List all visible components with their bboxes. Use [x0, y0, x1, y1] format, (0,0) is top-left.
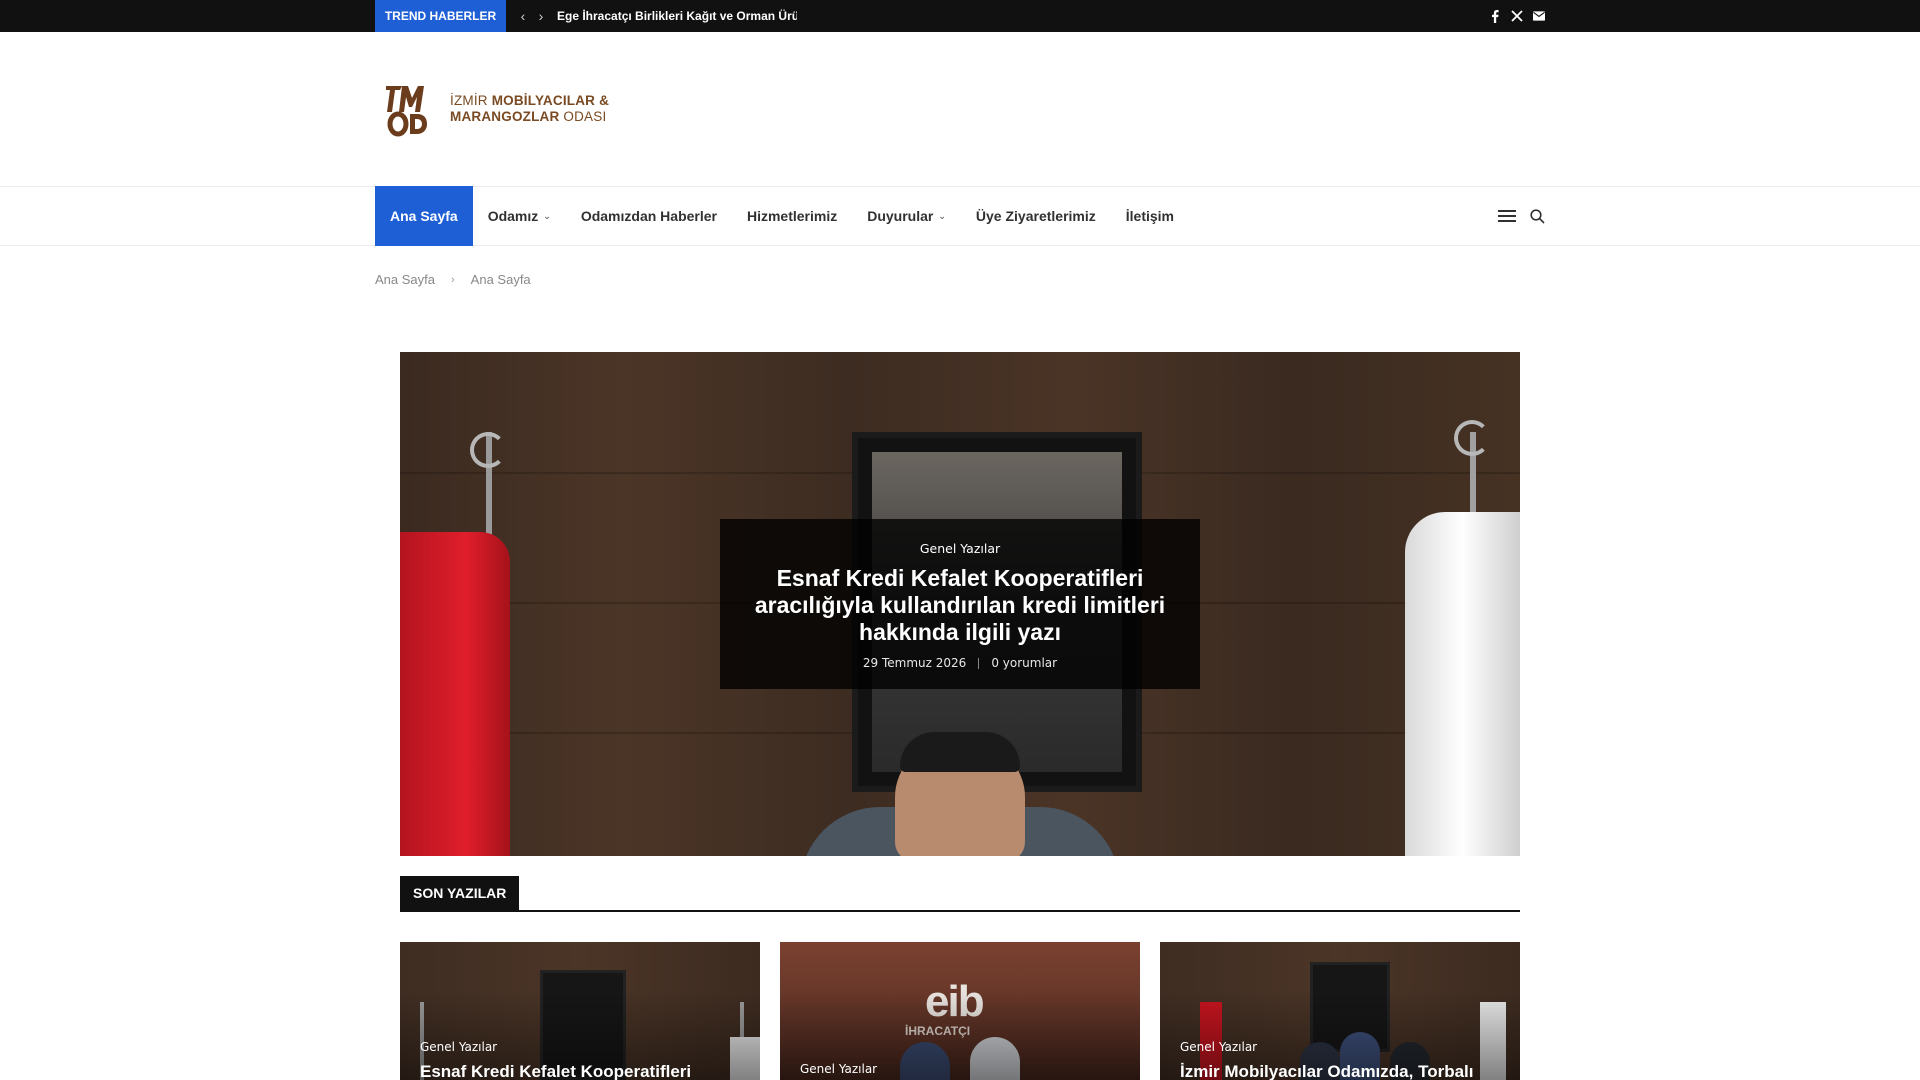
top-bar: TREND HABERLER ‹ › Ege İhracatçı Birlikl… [0, 0, 1920, 32]
section-label: SON YAZILAR [400, 876, 520, 910]
crescent-finial-image [1454, 420, 1490, 456]
hero-meta: 29 Temmuz 2026 0 yorumlar [750, 656, 1170, 670]
logo-wordmark: İZMİR MOBİLYACILAR & MARANGOZLAR ODASI [450, 93, 610, 124]
hero-caption-box: Genel Yazılar Esnaf Kredi Kefalet Kooper… [720, 519, 1200, 689]
main-navigation: Ana Sayfa Odamız ⌄ Odamızdan Haberler Hiz… [375, 186, 1189, 246]
section-heading: SON YAZILAR [400, 876, 1520, 912]
envelope-icon[interactable] [1533, 10, 1545, 22]
nav-item-hizmetlerimiz[interactable]: Hizmetlerimiz [732, 186, 852, 246]
hero-date: 29 Temmuz 2026 [862, 656, 967, 670]
chevron-left-icon[interactable]: ‹ [518, 8, 528, 24]
breadcrumb: Ana Sayfa › Ana Sayfa [375, 272, 531, 287]
post-card-category[interactable]: Genel Yazılar [420, 1040, 497, 1054]
post-card[interactable]: Genel Yazılar Esnaf Kredi Kefalet Kooper… [400, 942, 760, 1080]
trend-news-headline[interactable]: Ege İhracatçı Birlikleri Kağıt ve Orman … [557, 0, 797, 32]
post-card-category[interactable]: Genel Yazılar [1180, 1040, 1257, 1054]
featured-post-hero[interactable]: Genel Yazılar Esnaf Kredi Kefalet Kooper… [400, 352, 1520, 856]
post-card[interactable]: Genel Yazılar İzmir Mobilyacılar Odamızd… [1160, 942, 1520, 1080]
x-twitter-icon[interactable] [1511, 10, 1523, 22]
recent-posts-grid: Genel Yazılar Esnaf Kredi Kefalet Kooper… [400, 942, 1520, 1080]
social-links [1489, 0, 1545, 32]
hero-category-link[interactable]: Genel Yazılar [750, 541, 1170, 556]
hero-title-link[interactable]: Esnaf Kredi Kefalet Kooperatifleri aracı… [750, 565, 1170, 646]
site-logo[interactable]: İZMİR MOBİLYACILAR & MARANGOZLAR ODASI [380, 78, 620, 140]
breadcrumb-home-link[interactable]: Ana Sayfa [375, 272, 435, 287]
facebook-icon[interactable] [1489, 9, 1501, 23]
hero-comments-link[interactable]: 0 yorumlar [991, 656, 1057, 670]
turkish-flag-image [400, 532, 510, 856]
nav-item-ana-sayfa[interactable]: Ana Sayfa [375, 186, 473, 246]
nav-item-odamiz[interactable]: Odamız ⌄ [473, 186, 566, 246]
post-card-category[interactable]: Genel Yazılar [800, 1062, 877, 1076]
post-card-title[interactable]: İzmir Mobilyacılar Odamızda, Torbalı [1180, 1062, 1473, 1080]
crescent-finial-image [470, 432, 506, 468]
search-icon[interactable] [1530, 208, 1545, 224]
trend-nav: ‹ › [518, 0, 546, 32]
chevron-right-icon: › [451, 273, 455, 286]
chevron-down-icon: ⌄ [543, 210, 551, 221]
nav-tools [1498, 186, 1545, 246]
post-card[interactable]: eib İHRACATÇI Genel Yazılar [780, 942, 1140, 1080]
chevron-right-icon[interactable]: › [536, 8, 546, 24]
izmod-logo-mark-icon [386, 86, 427, 137]
nav-item-iletisim[interactable]: İletişim [1111, 186, 1189, 246]
nav-item-duyurular[interactable]: Duyurular ⌄ [852, 186, 961, 246]
trend-news-label: TREND HABERLER [375, 0, 506, 32]
chevron-down-icon: ⌄ [938, 210, 946, 221]
white-flag-image [1405, 512, 1520, 856]
breadcrumb-current: Ana Sayfa [470, 272, 531, 287]
hamburger-menu-icon[interactable] [1498, 209, 1516, 223]
nav-item-odamizdan-haberler[interactable]: Odamızdan Haberler [566, 186, 732, 246]
post-card-title[interactable]: Esnaf Kredi Kefalet Kooperatifleri [420, 1062, 691, 1080]
person-hair-image [900, 732, 1020, 772]
nav-item-uye-ziyaretlerimiz[interactable]: Üye Ziyaretlerimiz [961, 186, 1111, 246]
